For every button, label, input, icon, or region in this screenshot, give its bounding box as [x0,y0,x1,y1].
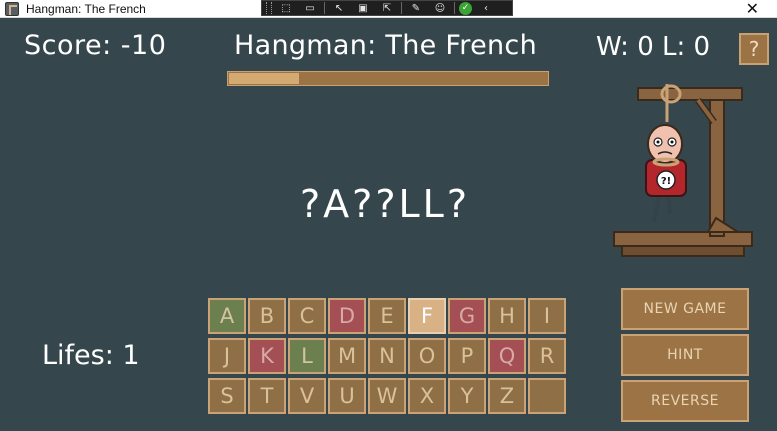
letter-key-h[interactable]: H [488,298,526,334]
progress-bar [227,71,549,86]
cursor-select-icon[interactable]: ⇱ [377,2,397,15]
letter-key-j[interactable]: J [208,338,246,374]
letter-key-p[interactable]: P [448,338,486,374]
gallows-base-shadow [621,245,745,257]
letter-key-n[interactable]: N [368,338,406,374]
letter-key-i[interactable]: I [528,298,566,334]
toolbar-grip[interactable] [266,2,272,14]
letter-key-x[interactable]: X [408,378,446,414]
toolbar-separator [324,2,325,14]
window-close-button[interactable]: ✕ [746,0,759,18]
gallows-beam [637,87,743,101]
new-game-button[interactable]: NEW GAME [621,288,749,330]
letter-key-a[interactable]: A [208,298,246,334]
help-button[interactable]: ? [739,33,769,65]
letter-key-g[interactable]: G [448,298,486,334]
app-icon [5,2,19,16]
letter-key-o[interactable]: O [408,338,446,374]
select-element-icon[interactable]: ⬚ [276,2,296,15]
collapse-toolbar-icon[interactable]: ‹ [476,2,496,15]
gallows-post [709,87,725,237]
letter-key-z[interactable]: Z [488,378,526,414]
letter-key-t[interactable]: T [248,378,286,414]
person-pupil-left [656,140,660,144]
letter-key-d[interactable]: D [328,298,366,334]
reverse-button[interactable]: REVERSE [621,380,749,422]
toolbar-separator [401,2,402,14]
toolbar-separator [454,2,455,14]
letter-key-c[interactable]: C [288,298,326,334]
pointer-icon[interactable]: ↖ [329,2,349,15]
letter-key-m[interactable]: M [328,338,366,374]
letter-keyboard: ABCDEFGHI JKLMNOPQR STVUWXYZ [208,298,568,414]
letter-key-b[interactable]: B [248,298,286,334]
gallows-illustration: ?! [613,84,753,257]
shirt-emblem-text: ?! [661,176,671,187]
game-title: Hangman: The French [234,30,537,61]
letter-key-u[interactable]: U [328,378,366,414]
person-pupil-right [670,140,674,144]
letter-key-s[interactable]: S [208,378,246,414]
letter-key-v[interactable]: V [288,378,326,414]
hint-button[interactable]: HINT [621,334,749,376]
window-title: Hangman: The French [26,2,146,16]
person-head [647,124,683,164]
progress-fill [229,73,299,84]
letter-key-f[interactable]: F [408,298,446,334]
letter-key-k[interactable]: K [248,338,286,374]
frame-icon[interactable]: ▣ [353,2,373,15]
hidden-word: ?A??LL? [300,182,471,226]
brush-icon[interactable]: ✎ [406,2,426,15]
letter-key-w[interactable]: W [368,378,406,414]
letter-key-e[interactable]: E [368,298,406,334]
letter-key-r[interactable]: R [528,338,566,374]
score-label: Score: -10 [24,30,167,61]
debug-toolbar: ⬚ ▭ ↖ ▣ ⇱ ✎ ☺ ✓ ‹ [261,0,513,16]
video-icon[interactable]: ▭ [300,2,320,15]
letter-key-q[interactable]: Q [488,338,526,374]
wins-losses-label: W: 0 L: 0 [596,32,711,62]
letter-key-l[interactable]: L [288,338,326,374]
gallows-base [613,231,753,247]
letter-key-empty [528,378,566,414]
checkmark-icon[interactable]: ✓ [459,1,472,15]
accessibility-icon[interactable]: ☺ [430,2,450,15]
lifes-label: Lifes: 1 [42,340,140,371]
letter-key-y[interactable]: Y [448,378,486,414]
